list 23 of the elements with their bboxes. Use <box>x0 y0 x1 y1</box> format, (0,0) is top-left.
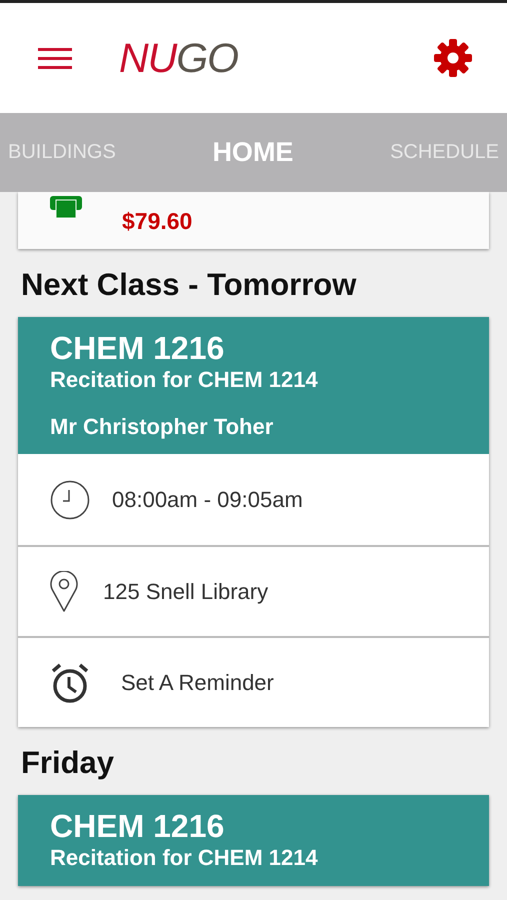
logo-text: GO <box>176 34 238 80</box>
course-code: CHEM 1216 <box>50 330 226 366</box>
tab[interactable]: HOME <box>204 137 302 168</box>
logo-text: NU <box>119 34 176 80</box>
course-description: Recitation for CHEM 1214 <box>50 366 319 394</box>
location-pin-icon <box>50 570 78 612</box>
class-header[interactable]: CHEM 1216 Recitation for CHEM 1214 <box>18 795 489 886</box>
detail-text: 125 Snell Library <box>103 578 268 604</box>
alarm-clock-icon <box>50 662 90 702</box>
section-heading: Next Class - Tomorrow <box>21 267 358 304</box>
balance-amount: $79.60 <box>122 208 192 235</box>
course-code: CHEM 1216 <box>50 808 226 844</box>
settings-icon[interactable] <box>433 38 473 78</box>
account-card[interactable]: $79.60 <box>18 192 489 249</box>
clock-icon <box>50 480 90 520</box>
course-description: Recitation for CHEM 1214 <box>50 844 319 872</box>
detail-text: Set A Reminder <box>121 670 274 696</box>
section-heading: Friday <box>21 745 116 782</box>
menu-icon[interactable] <box>38 46 72 70</box>
detail-text: 08:00am - 09:05am <box>112 486 303 512</box>
class-header[interactable]: CHEM 1216 Recitation for CHEM 1214 Mr Christopher Toher <box>18 317 489 454</box>
instructor-name: Mr Christopher Toher <box>50 414 274 440</box>
printer-icon <box>50 196 82 218</box>
